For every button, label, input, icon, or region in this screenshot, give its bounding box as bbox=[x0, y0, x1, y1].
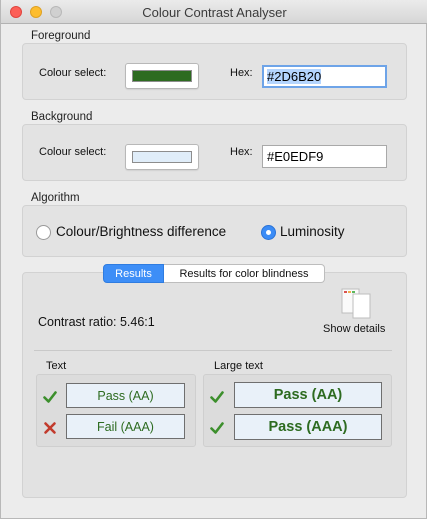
results-divider bbox=[34, 350, 392, 351]
background-hex-label: Hex: bbox=[230, 146, 253, 158]
show-details-icon[interactable] bbox=[339, 287, 373, 319]
text-aa-result: Pass (AA) bbox=[66, 383, 185, 408]
pass-check-icon bbox=[210, 391, 224, 403]
background-section-label: Background bbox=[31, 111, 93, 123]
background-hex-value: #E0EDF9 bbox=[267, 149, 324, 164]
algorithm-section-label: Algorithm bbox=[31, 192, 80, 204]
foreground-section-label: Foreground bbox=[31, 30, 91, 42]
title-bar[interactable]: Colour Contrast Analyser bbox=[1, 0, 427, 24]
background-colour-select-label: Colour select: bbox=[39, 146, 107, 158]
tab-results-color-blindness[interactable]: Results for color blindness bbox=[164, 264, 325, 283]
foreground-hex-input[interactable]: #2D6B20 bbox=[262, 65, 387, 88]
foreground-panel: Colour select: Hex: #2D6B20 bbox=[22, 43, 407, 100]
app-window: Colour Contrast Analyser Foreground Colo… bbox=[0, 0, 427, 519]
background-panel: Colour select: Hex: #E0EDF9 bbox=[22, 124, 407, 181]
background-colour-select-button[interactable] bbox=[125, 144, 199, 170]
large-text-group-label: Large text bbox=[214, 360, 263, 372]
fail-cross-icon bbox=[44, 422, 56, 434]
colour-brightness-radio[interactable] bbox=[36, 225, 51, 240]
foreground-hex-label: Hex: bbox=[230, 67, 253, 79]
background-hex-input[interactable]: #E0EDF9 bbox=[262, 145, 387, 168]
pass-check-icon bbox=[43, 391, 57, 403]
pass-check-icon bbox=[210, 422, 224, 434]
tab-results[interactable]: Results bbox=[103, 264, 164, 283]
text-aaa-result: Fail (AAA) bbox=[66, 414, 185, 439]
foreground-colour-select-button[interactable] bbox=[125, 63, 199, 89]
text-group-label: Text bbox=[46, 360, 67, 372]
background-colour-swatch bbox=[132, 151, 192, 163]
luminosity-radio[interactable] bbox=[261, 225, 276, 240]
show-details-button[interactable]: Show details bbox=[323, 323, 385, 335]
window-title: Colour Contrast Analyser bbox=[142, 5, 287, 20]
large-text-aaa-result: Pass (AAA) bbox=[234, 414, 382, 440]
colour-brightness-radio-label[interactable]: Colour/Brightness difference bbox=[56, 224, 226, 239]
foreground-hex-value: #2D6B20 bbox=[267, 69, 322, 84]
luminosity-radio-label[interactable]: Luminosity bbox=[280, 224, 345, 239]
algorithm-panel: Colour/Brightness difference Luminosity bbox=[22, 205, 407, 257]
large-text-aa-result: Pass (AA) bbox=[234, 382, 382, 408]
foreground-colour-select-label: Colour select: bbox=[39, 67, 107, 79]
foreground-colour-swatch bbox=[132, 70, 192, 82]
contrast-ratio-text: Contrast ratio: 5.46:1 bbox=[38, 315, 155, 329]
